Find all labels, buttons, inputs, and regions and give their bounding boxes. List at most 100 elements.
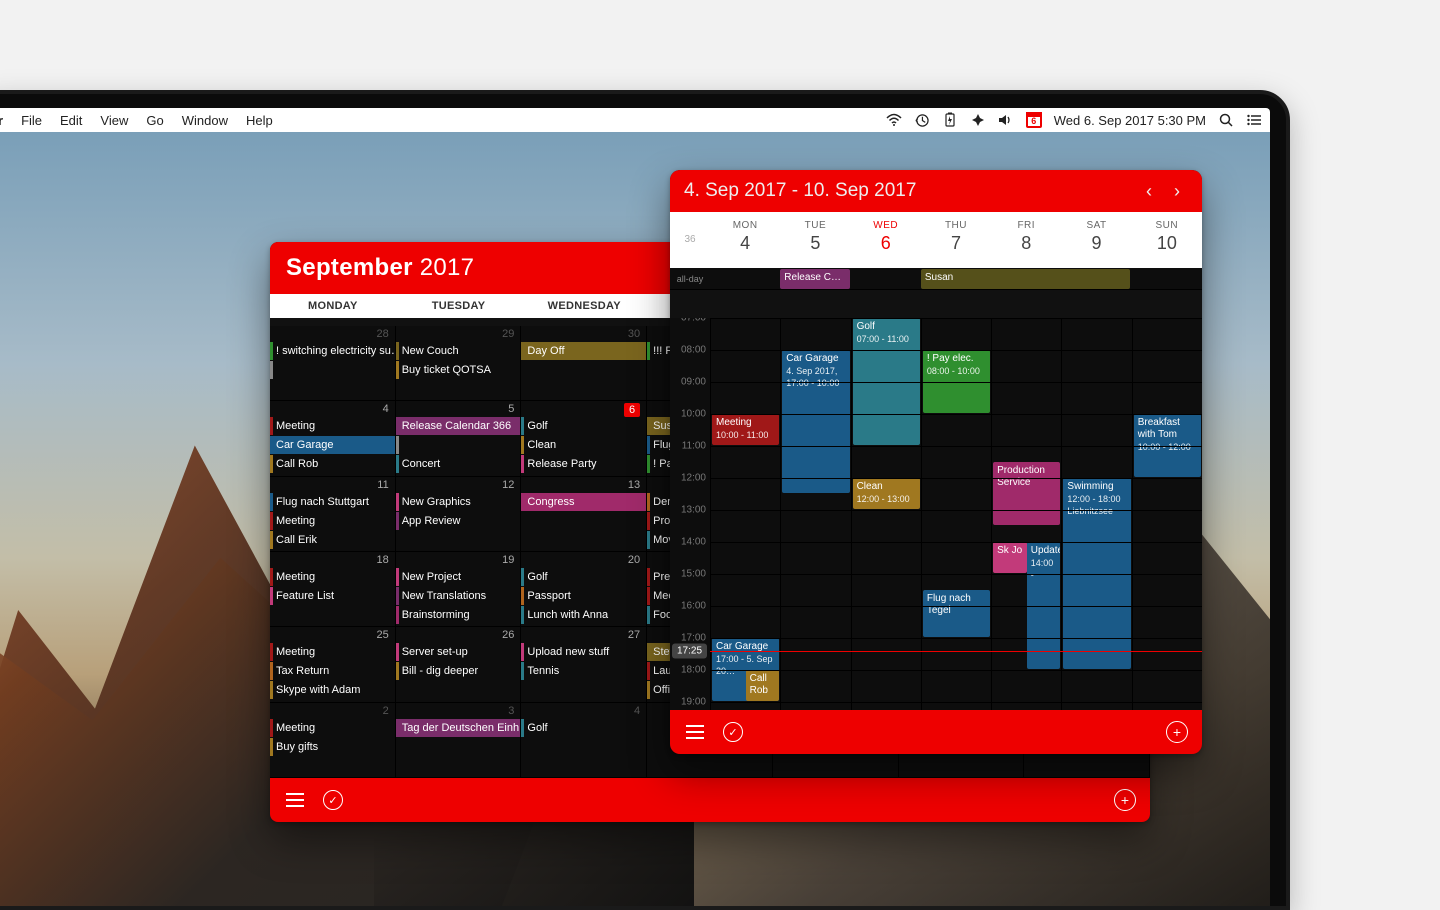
month-event[interactable]: Release Party bbox=[521, 455, 646, 473]
week-day-column-header[interactable]: SUN10 bbox=[1132, 212, 1202, 268]
month-day-cell[interactable]: 28! switching electricity su… bbox=[270, 326, 396, 401]
month-event[interactable]: Clean bbox=[521, 436, 646, 454]
menu-button[interactable] bbox=[684, 721, 706, 743]
wifi-icon[interactable] bbox=[886, 112, 902, 128]
month-event[interactable]: Meeting bbox=[270, 643, 395, 661]
menubar-item-window[interactable]: Window bbox=[182, 113, 228, 128]
month-day-cell[interactable]: 5Release Calendar 366 Concert bbox=[396, 401, 522, 476]
month-day-cell[interactable]: 25MeetingTax ReturnSkype with Adam bbox=[270, 627, 396, 702]
month-day-cell[interactable]: 4MeetingCar GarageCall Rob bbox=[270, 401, 396, 476]
month-event[interactable]: Passport bbox=[521, 587, 646, 605]
month-event[interactable]: Tax Return bbox=[270, 662, 395, 680]
prev-week-button[interactable]: ‹ bbox=[1138, 180, 1160, 202]
week-day-column-header[interactable]: SAT9 bbox=[1061, 212, 1131, 268]
add-event-button[interactable]: + bbox=[1114, 789, 1136, 811]
allday-event[interactable]: Susan bbox=[921, 269, 1130, 289]
month-event[interactable]: Skype with Adam bbox=[270, 681, 395, 699]
month-event[interactable] bbox=[396, 436, 521, 454]
menubar-item-go[interactable]: Go bbox=[146, 113, 163, 128]
month-event[interactable]: Concert bbox=[396, 455, 521, 473]
week-event[interactable]: Car Garage4. Sep 2017, 17:00 - 10:00 bbox=[782, 350, 849, 493]
week-titlebar[interactable]: 4. Sep 2017 - 10. Sep 2017 ‹ › bbox=[670, 170, 1202, 212]
month-event[interactable]: New Project bbox=[396, 568, 521, 586]
month-event[interactable]: Tennis bbox=[521, 662, 646, 680]
month-event[interactable] bbox=[270, 361, 395, 379]
week-event[interactable]: Meeting10:00 - 11:00 bbox=[712, 414, 779, 445]
month-event[interactable]: Golf bbox=[521, 719, 646, 737]
month-event[interactable]: Meeting bbox=[270, 568, 395, 586]
week-body[interactable]: 07:0008:0009:0010:0011:0012:0013:0014:00… bbox=[670, 318, 1202, 710]
month-event[interactable]: ! switching electricity su… bbox=[270, 342, 395, 360]
allday-cell[interactable] bbox=[1132, 268, 1202, 289]
add-event-button[interactable]: + bbox=[1166, 721, 1188, 743]
menubar-clock[interactable]: Wed 6. Sep 2017 5:30 PM bbox=[1054, 113, 1206, 128]
notification-center-icon[interactable] bbox=[1246, 112, 1262, 128]
month-event[interactable]: Buy ticket QOTSA bbox=[396, 361, 521, 379]
month-day-cell[interactable]: 30Day Off bbox=[521, 326, 647, 401]
week-day-column-header[interactable]: TUE5 bbox=[780, 212, 850, 268]
month-event[interactable]: App Review bbox=[396, 512, 521, 530]
month-event[interactable]: Lunch with Anna bbox=[521, 606, 646, 624]
month-day-cell[interactable]: 3Tag der Deutschen Einh… bbox=[396, 703, 522, 778]
month-event[interactable]: Meeting bbox=[270, 512, 395, 530]
week-day-column-header[interactable]: THU7 bbox=[921, 212, 991, 268]
week-event[interactable]: Sk Jo bbox=[993, 542, 1027, 573]
month-event[interactable]: Call Erik bbox=[270, 531, 395, 549]
month-event[interactable]: Server set-up bbox=[396, 643, 521, 661]
month-event[interactable]: Release Calendar 366 bbox=[396, 417, 521, 435]
month-event[interactable]: Brainstorming bbox=[396, 606, 521, 624]
week-event[interactable]: Clean12:00 - 13:00 bbox=[853, 478, 920, 509]
month-day-cell[interactable]: 13Congress bbox=[521, 477, 647, 552]
allday-slots[interactable]: Release C… Susan bbox=[710, 268, 1202, 289]
month-event[interactable]: Golf bbox=[521, 417, 646, 435]
tasks-button[interactable]: ✓ bbox=[722, 721, 744, 743]
time-machine-icon[interactable] bbox=[914, 112, 930, 128]
week-day-column-header[interactable]: MON4 bbox=[710, 212, 780, 268]
month-event[interactable]: Flug nach Stuttgart bbox=[270, 493, 395, 511]
month-event[interactable]: New Graphics bbox=[396, 493, 521, 511]
month-event[interactable]: Call Rob bbox=[270, 455, 395, 473]
menu-extra-icon[interactable] bbox=[970, 112, 986, 128]
menubar-item-view[interactable]: View bbox=[100, 113, 128, 128]
month-event[interactable]: Meeting bbox=[270, 719, 395, 737]
month-event[interactable]: Day Off bbox=[521, 342, 646, 360]
month-event[interactable]: Meeting bbox=[270, 417, 395, 435]
month-day-cell[interactable]: 27Upload new stuffTennis bbox=[521, 627, 647, 702]
month-day-cell[interactable]: 2MeetingBuy gifts bbox=[270, 703, 396, 778]
month-event[interactable]: New Translations bbox=[396, 587, 521, 605]
month-event[interactable]: Car Garage bbox=[270, 436, 395, 454]
month-day-cell[interactable]: 12New GraphicsApp Review bbox=[396, 477, 522, 552]
allday-cell[interactable] bbox=[710, 268, 780, 289]
menubar-calendar-icon[interactable]: 6 bbox=[1026, 112, 1042, 128]
month-day-cell[interactable]: 6GolfCleanRelease Party bbox=[521, 401, 647, 476]
allday-cell[interactable]: Release C… bbox=[780, 268, 850, 289]
menubar-item-edit[interactable]: Edit bbox=[60, 113, 82, 128]
week-day-column-header[interactable]: WED6 bbox=[851, 212, 921, 268]
allday-event[interactable]: Release C… bbox=[780, 269, 849, 289]
month-day-cell[interactable]: 18MeetingFeature List bbox=[270, 552, 396, 627]
menubar-item-file[interactable]: File bbox=[21, 113, 42, 128]
week-event[interactable]: Call Rob bbox=[746, 670, 780, 701]
week-day-column-header[interactable]: FRI8 bbox=[991, 212, 1061, 268]
week-event[interactable]: Flug nach Tegel bbox=[923, 590, 990, 637]
month-event[interactable]: Bill - dig deeper bbox=[396, 662, 521, 680]
volume-icon[interactable] bbox=[998, 112, 1014, 128]
month-event[interactable]: Golf bbox=[521, 568, 646, 586]
allday-cell[interactable] bbox=[851, 268, 921, 289]
menu-button[interactable] bbox=[284, 789, 306, 811]
next-week-button[interactable]: › bbox=[1166, 180, 1188, 202]
menubar-app-name[interactable]: r bbox=[0, 113, 3, 128]
month-event[interactable]: Tag der Deutschen Einh… bbox=[396, 719, 521, 737]
month-event[interactable]: Buy gifts bbox=[270, 738, 395, 756]
week-event[interactable]: Production Service bbox=[993, 462, 1060, 525]
month-day-cell[interactable]: 29New CouchBuy ticket QOTSA bbox=[396, 326, 522, 401]
month-day-cell[interactable]: 19New ProjectNew TranslationsBrainstormi… bbox=[396, 552, 522, 627]
menubar-item-help[interactable]: Help bbox=[246, 113, 273, 128]
month-event[interactable]: Feature List bbox=[270, 587, 395, 605]
month-event[interactable]: Upload new stuff bbox=[521, 643, 646, 661]
tasks-button[interactable]: ✓ bbox=[322, 789, 344, 811]
battery-status-icon[interactable] bbox=[942, 112, 958, 128]
month-event[interactable]: New Couch bbox=[396, 342, 521, 360]
allday-cell[interactable]: Susan bbox=[921, 268, 991, 289]
month-day-cell[interactable]: 20GolfPassportLunch with Anna bbox=[521, 552, 647, 627]
